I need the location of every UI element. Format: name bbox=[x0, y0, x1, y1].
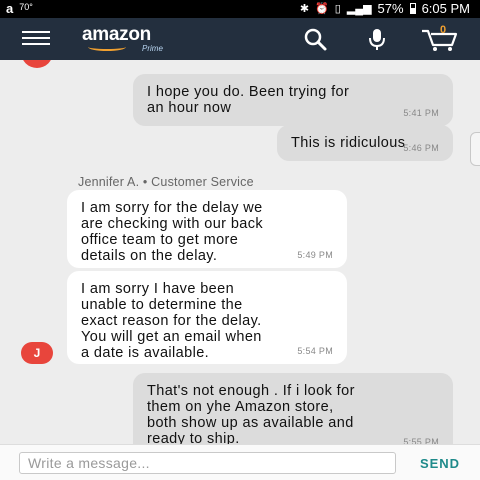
message-time: 5:54 PM bbox=[297, 346, 333, 356]
chat-thread[interactable]: I hope you do. Been trying for an hour n… bbox=[0, 60, 480, 444]
signal-icon: ▂▄▆ bbox=[346, 3, 372, 15]
message-text: I am sorry I have been unable to determi… bbox=[81, 281, 262, 361]
status-bar: a 70° ✱ ⏰ ▯ ▂▄▆ 57% 6:05 PM bbox=[0, 0, 480, 18]
message-bubble-incoming: I am sorry for the delay we are checking… bbox=[67, 190, 347, 268]
message-bubble-incoming: I am sorry I have been unable to determi… bbox=[67, 271, 347, 364]
vibrate-icon: ▯ bbox=[334, 3, 341, 15]
message-time: 5:49 PM bbox=[297, 250, 333, 260]
message-text: I am sorry for the delay we are checking… bbox=[81, 200, 264, 264]
amazon-logo[interactable]: amazon Prime bbox=[82, 24, 163, 53]
send-button[interactable]: SEND bbox=[410, 453, 470, 473]
sender-label: Jennifer A. • Customer Service bbox=[78, 175, 254, 189]
message-text: I hope you do. Been trying for an hour n… bbox=[147, 84, 350, 116]
microphone-icon[interactable] bbox=[364, 26, 390, 52]
message-composer: SEND bbox=[0, 444, 480, 480]
message-time: 5:41 PM bbox=[403, 108, 439, 118]
agent-avatar: J bbox=[21, 342, 53, 364]
logo-prime-text: Prime bbox=[142, 44, 163, 53]
amazon-notification-icon: a bbox=[6, 1, 14, 16]
clock-text: 6:05 PM bbox=[421, 1, 470, 16]
app-header: amazon Prime 0 bbox=[0, 18, 480, 60]
status-right: ✱ ⏰ ▯ ▂▄▆ 57% 6:05 PM bbox=[300, 1, 470, 16]
message-time: 5:55 PM bbox=[403, 437, 439, 444]
status-left: a 70° bbox=[6, 1, 33, 16]
cart-icon[interactable]: 0 bbox=[420, 24, 460, 52]
cart-count-badge: 0 bbox=[440, 24, 447, 36]
scroll-handle[interactable] bbox=[470, 132, 480, 166]
agent-avatar-partial bbox=[21, 60, 53, 68]
message-input[interactable] bbox=[19, 452, 396, 474]
bluetooth-icon: ✱ bbox=[299, 3, 310, 15]
logo-smile-icon bbox=[88, 43, 126, 51]
message-bubble-outgoing: This is ridiculous 5:46 PM bbox=[277, 125, 453, 161]
message-text: That's not enough . If i look for them o… bbox=[147, 383, 355, 444]
message-bubble-outgoing: That's not enough . If i look for them o… bbox=[133, 373, 453, 444]
menu-icon[interactable] bbox=[22, 31, 50, 47]
search-icon[interactable] bbox=[302, 26, 328, 52]
message-time: 5:46 PM bbox=[403, 143, 439, 153]
battery-icon bbox=[409, 3, 416, 14]
temperature-text: 70° bbox=[19, 1, 33, 12]
alarm-icon: ⏰ bbox=[315, 3, 329, 15]
battery-percent: 57% bbox=[377, 1, 404, 16]
logo-text: amazon bbox=[82, 24, 151, 45]
message-bubble-outgoing: I hope you do. Been trying for an hour n… bbox=[133, 74, 453, 126]
